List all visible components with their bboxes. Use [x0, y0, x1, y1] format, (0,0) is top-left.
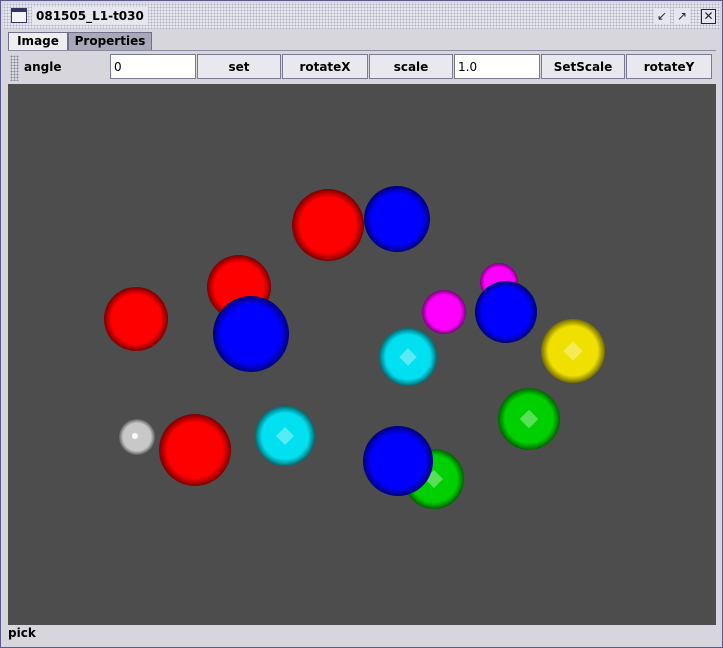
setscale-button[interactable]: SetScale — [541, 54, 625, 79]
status-bar: pick — [8, 626, 716, 641]
angle-label: angle — [24, 60, 62, 74]
scale-button[interactable]: scale — [369, 54, 453, 79]
toolbar-grip-handle[interactable] — [10, 55, 19, 81]
sphere-red[interactable] — [292, 189, 364, 261]
sphere-red[interactable] — [104, 287, 168, 351]
sphere-blue[interactable] — [364, 186, 430, 252]
window-title: 081505_L1-t030 — [32, 7, 148, 25]
sphere-red[interactable] — [159, 414, 231, 486]
app-window: 081505_L1-t030 ↙ ↗ ✕ Image Properties an… — [0, 0, 723, 648]
sphere-blue[interactable] — [363, 426, 433, 496]
maximize-icon[interactable]: ↗ — [674, 8, 690, 24]
rotatex-button[interactable]: rotateX — [282, 54, 368, 79]
window-icon — [11, 8, 27, 23]
angle-input[interactable] — [110, 54, 196, 79]
sphere-highlight — [132, 433, 138, 439]
sphere-magenta[interactable] — [422, 290, 466, 334]
scale-input[interactable] — [454, 54, 540, 79]
sphere-blue[interactable] — [213, 296, 289, 372]
tab-image[interactable]: Image — [8, 32, 68, 50]
close-icon[interactable]: ✕ — [701, 9, 716, 24]
tab-bar: Image Properties — [8, 32, 716, 51]
tab-properties[interactable]: Properties — [68, 32, 152, 50]
sphere-blue[interactable] — [475, 281, 537, 343]
toolbar: angle set rotateX scale SetScale rotateY — [8, 53, 716, 83]
rotatey-button[interactable]: rotateY — [626, 54, 712, 79]
3d-viewport[interactable] — [8, 84, 716, 625]
scene-svg — [104, 186, 605, 509]
minimize-icon[interactable]: ↙ — [654, 8, 670, 24]
title-bar[interactable]: 081505_L1-t030 ↙ ↗ ✕ — [3, 3, 720, 29]
set-button[interactable]: set — [197, 54, 281, 79]
